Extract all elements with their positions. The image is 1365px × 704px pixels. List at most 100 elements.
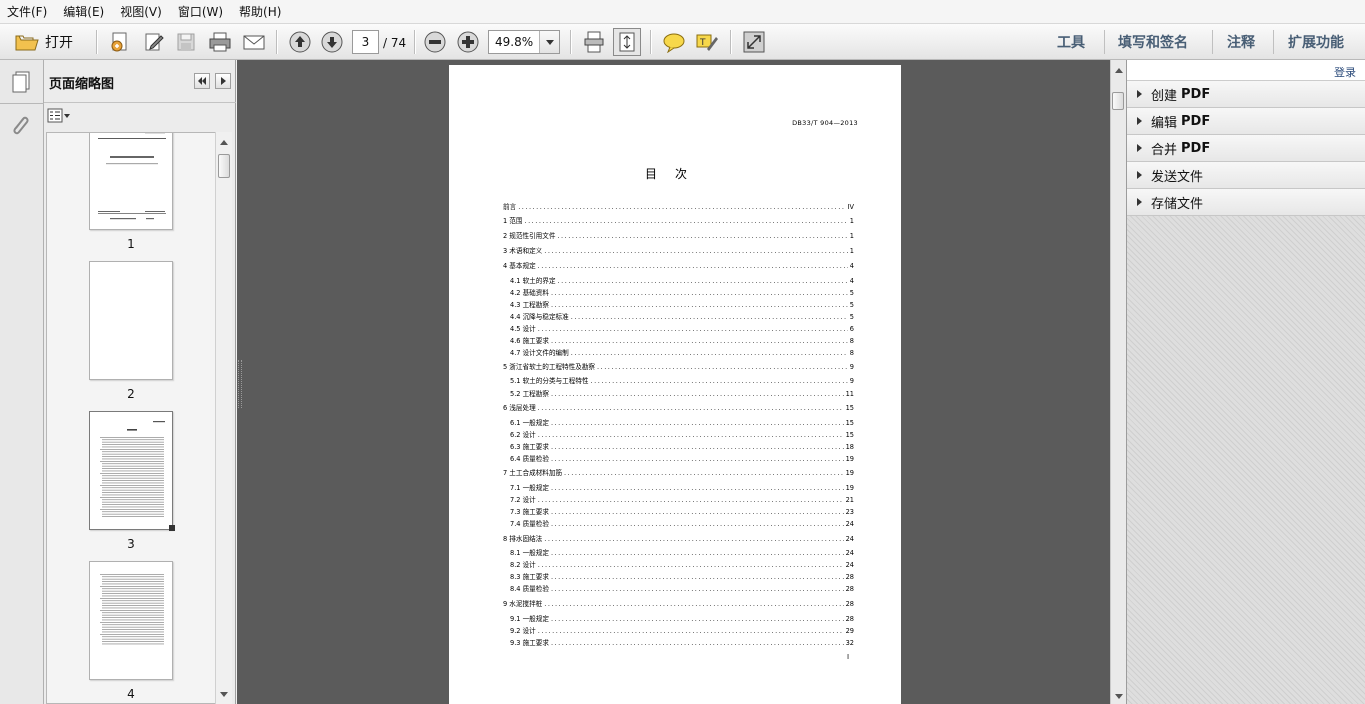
toc-entry: 4.4 沉降与稳定标准 5 bbox=[510, 311, 854, 321]
send-file-item[interactable]: 发送文件 bbox=[1127, 162, 1365, 189]
toc-leader-dots bbox=[557, 232, 847, 240]
toc-entry: 4.1 软土的界定 4 bbox=[510, 275, 854, 285]
toc-leader-dots bbox=[551, 508, 844, 516]
toc-leader-dots bbox=[551, 520, 844, 528]
collapse-panel-button[interactable] bbox=[194, 73, 210, 89]
thumbnail-scrollbar[interactable] bbox=[215, 132, 232, 704]
fullscreen-button[interactable] bbox=[740, 28, 768, 56]
envelope-icon bbox=[243, 35, 265, 50]
print-button[interactable] bbox=[205, 28, 235, 56]
page-thumbnail-1[interactable] bbox=[89, 133, 173, 230]
page-thumbnail-4[interactable] bbox=[89, 561, 173, 680]
open-button[interactable]: 打开 bbox=[8, 28, 80, 56]
thumbnail-panel-title: 页面缩略图 bbox=[49, 77, 115, 92]
toc-leader-dots bbox=[518, 203, 845, 211]
toc-entry: 7.3 施工要求 23 bbox=[510, 506, 854, 516]
save-button[interactable] bbox=[172, 28, 200, 56]
document-create-icon bbox=[111, 32, 127, 52]
page-thumbnail-2[interactable] bbox=[89, 261, 173, 380]
menu-bar: 文件(F) 编辑(E) 视图(V) 窗口(W) 帮助(H) bbox=[0, 0, 1365, 24]
resize-handle[interactable] bbox=[169, 525, 175, 531]
scrollbar-thumb[interactable] bbox=[218, 154, 230, 178]
scrollbar-thumb[interactable] bbox=[1112, 92, 1124, 110]
next-page-button[interactable] bbox=[318, 28, 346, 56]
toc-entry-page: 28 bbox=[845, 615, 854, 623]
expand-panel-button[interactable] bbox=[215, 73, 231, 89]
store-file-item[interactable]: 存储文件 bbox=[1127, 189, 1365, 216]
toc-leader-dots bbox=[538, 404, 844, 412]
thumbnail-list: 1 2 3 4 bbox=[46, 132, 216, 704]
tab-extended[interactable]: 扩展功能 bbox=[1288, 32, 1344, 52]
thumbnail-label: 4 bbox=[127, 687, 135, 701]
toc-entry-label: 5.1 软土的分类与工程特性 bbox=[510, 377, 589, 385]
double-chevron-left-icon bbox=[198, 77, 206, 85]
toc-entry-label: 8.3 施工要求 bbox=[510, 573, 549, 581]
toc-entry-page: 1 bbox=[849, 247, 854, 255]
thumbnail-options-button[interactable] bbox=[47, 107, 73, 125]
toc-leader-dots bbox=[551, 419, 844, 427]
page-number-input[interactable]: 3 bbox=[352, 30, 379, 54]
page-thumbnail-3[interactable] bbox=[89, 411, 173, 530]
toc-entry-label: 4 基本规定 bbox=[503, 262, 536, 270]
thumbnail-content bbox=[98, 133, 166, 220]
tab-comment[interactable]: 注释 bbox=[1227, 32, 1255, 52]
fit-page-button[interactable] bbox=[613, 28, 641, 56]
toc-entry: 9 水泥搅拌桩 28 bbox=[503, 598, 854, 608]
edit-pdf-suffix: PDF bbox=[1181, 113, 1211, 129]
create-pdf-item[interactable]: 创建 PDF bbox=[1127, 81, 1365, 108]
toc-entry-page: 9 bbox=[849, 363, 854, 371]
chevron-down-icon[interactable] bbox=[539, 31, 559, 53]
email-button[interactable] bbox=[239, 28, 269, 56]
menu-edit[interactable]: 编辑(E) bbox=[62, 1, 105, 22]
previous-page-button[interactable] bbox=[286, 28, 314, 56]
scroll-up-arrow-icon[interactable] bbox=[216, 134, 232, 150]
toc-leader-dots bbox=[544, 247, 848, 255]
combine-pdf-item[interactable]: 合并 PDF bbox=[1127, 135, 1365, 162]
edit-document-button[interactable] bbox=[140, 28, 168, 56]
scroll-down-arrow-icon[interactable] bbox=[216, 686, 232, 702]
toc-entry-label: 4.6 施工要求 bbox=[510, 337, 549, 345]
toc-entry-label: 8 排水固结法 bbox=[503, 535, 543, 543]
create-button[interactable] bbox=[106, 28, 134, 56]
scroll-down-arrow-icon[interactable] bbox=[1111, 688, 1127, 704]
toc-entry-page: 11 bbox=[845, 390, 854, 398]
toc-entry: 8.4 质量检验 28 bbox=[510, 583, 854, 593]
menu-file[interactable]: 文件(F) bbox=[6, 1, 48, 22]
zoom-in-button[interactable] bbox=[454, 28, 482, 56]
page-thumbnails-button[interactable] bbox=[9, 70, 33, 97]
edit-pdf-item[interactable]: 编辑 PDF bbox=[1127, 108, 1365, 135]
menu-help[interactable]: 帮助(H) bbox=[238, 1, 282, 22]
tools-panel-top: 登录 bbox=[1127, 60, 1365, 81]
toc-entry-page: 5 bbox=[849, 313, 854, 321]
menu-view[interactable]: 视图(V) bbox=[119, 1, 163, 22]
document-viewport[interactable]: DB33/T 904—2013 目次 前言IV1 范围12 规范性引用文件13 … bbox=[237, 60, 1110, 704]
toc-entry-label: 6 浅层处理 bbox=[503, 404, 536, 412]
fit-width-button[interactable] bbox=[580, 28, 608, 56]
tab-tools[interactable]: 工具 bbox=[1057, 32, 1085, 52]
zoom-out-button[interactable] bbox=[421, 28, 449, 56]
toc-entry: 5.1 软土的分类与工程特性 9 bbox=[510, 375, 854, 385]
scroll-up-arrow-icon[interactable] bbox=[1111, 62, 1127, 78]
login-link[interactable]: 登录 bbox=[1334, 64, 1356, 80]
attachments-button[interactable] bbox=[8, 112, 32, 143]
menu-window[interactable]: 窗口(W) bbox=[177, 1, 224, 22]
toc-leader-dots bbox=[538, 325, 848, 333]
zoom-select[interactable]: 49.8% bbox=[488, 30, 560, 54]
toc-entry-label: 4.5 设计 bbox=[510, 325, 536, 333]
tab-fill-sign[interactable]: 填写和签名 bbox=[1118, 32, 1188, 52]
page-roman-number: I bbox=[847, 653, 850, 661]
toc-leader-dots bbox=[551, 455, 844, 463]
document-scrollbar[interactable] bbox=[1110, 60, 1126, 704]
paperclip-icon bbox=[13, 116, 29, 135]
toc-leader-dots bbox=[538, 262, 848, 270]
toc-entry-page: 32 bbox=[845, 639, 854, 647]
toc-entry-page: 1 bbox=[849, 217, 854, 225]
chevron-right-icon bbox=[221, 77, 226, 85]
toc-leader-dots bbox=[538, 627, 844, 635]
highlight-button[interactable]: T bbox=[693, 28, 721, 56]
panel-splitter[interactable] bbox=[238, 360, 242, 408]
toc-entry: 6.2 设计 15 bbox=[510, 429, 854, 439]
toc-entry: 7 土工合成材料加筋 19 bbox=[503, 467, 854, 477]
open-label: 打开 bbox=[45, 35, 73, 51]
comment-button[interactable] bbox=[660, 28, 688, 56]
